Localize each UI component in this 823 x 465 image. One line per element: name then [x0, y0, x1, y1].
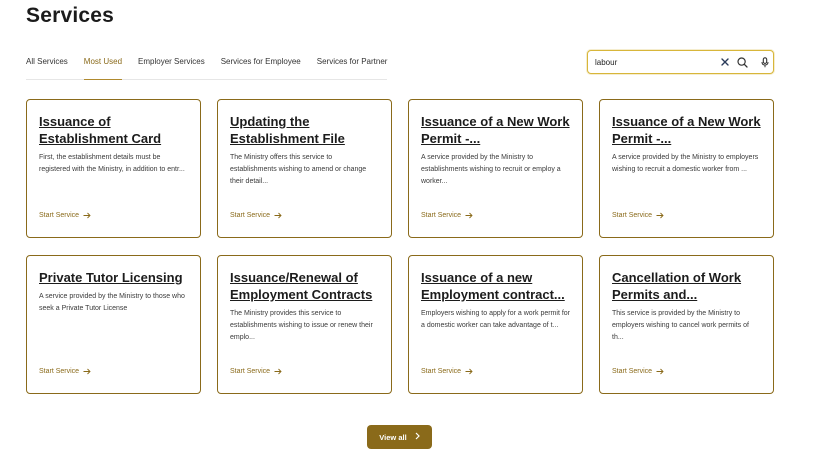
card-description: Employers wishing to apply for a work pe…: [421, 310, 570, 329]
start-service-link[interactable]: Start Service: [39, 368, 91, 375]
start-service-label: Start Service: [39, 368, 80, 375]
search-icon[interactable]: [735, 55, 749, 69]
tab-all-services[interactable]: All Services: [26, 56, 68, 79]
arrow-right-icon: [465, 212, 473, 219]
tab-employer-services[interactable]: Employer Services: [138, 56, 205, 79]
tab-most-used[interactable]: Most Used: [83, 56, 123, 80]
card-title[interactable]: Issuance/Renewal of Employment Contracts: [230, 269, 379, 303]
service-card[interactable]: Issuance/Renewal of Employment Contracts…: [217, 255, 392, 394]
start-service-label: Start Service: [230, 212, 271, 219]
service-card[interactable]: Updating the Establishment File The Mini…: [217, 99, 392, 238]
start-service-label: Start Service: [39, 212, 80, 219]
card-title[interactable]: Issuance of a New Work Permit -...: [612, 113, 761, 147]
start-service-link[interactable]: Start Service: [612, 368, 664, 375]
service-card[interactable]: Cancellation of Work Permits and... This…: [599, 255, 774, 394]
arrow-right-icon: [274, 368, 282, 375]
start-service-link[interactable]: Start Service: [421, 212, 473, 219]
card-title[interactable]: Private Tutor Licensing: [39, 269, 188, 286]
service-card[interactable]: Issuance of Establishment Card First, th…: [26, 99, 201, 238]
card-description: The Ministry provides this service to es…: [230, 310, 373, 341]
start-service-link[interactable]: Start Service: [230, 212, 282, 219]
card-title[interactable]: Issuance of a New Work Permit -...: [421, 113, 570, 147]
service-card[interactable]: Issuance of a New Work Permit -... A ser…: [599, 99, 774, 238]
card-description: A service provided by the Ministry to th…: [39, 293, 185, 312]
services-grid: Issuance of Establishment Card First, th…: [26, 99, 774, 394]
arrow-right-icon: [83, 368, 91, 375]
start-service-link[interactable]: Start Service: [230, 368, 282, 375]
page-title: Services: [26, 4, 115, 27]
card-description: The Ministry offers this service to esta…: [230, 154, 367, 185]
arrow-right-icon: [465, 368, 473, 375]
arrow-right-icon: [274, 212, 282, 219]
view-all-label: View all: [379, 432, 407, 442]
start-service-link[interactable]: Start Service: [421, 368, 473, 375]
service-card[interactable]: Issuance of a New Work Permit -... A ser…: [408, 99, 583, 238]
start-service-label: Start Service: [421, 368, 462, 375]
card-title[interactable]: Cancellation of Work Permits and...: [612, 269, 761, 303]
tab-services-for-employee[interactable]: Services for Employee: [221, 56, 301, 79]
tab-services-for-partner[interactable]: Services for Partner: [317, 56, 388, 79]
view-all-button[interactable]: View all: [367, 425, 432, 449]
close-icon[interactable]: [718, 55, 732, 69]
card-description: A service provided by the Ministry to es…: [421, 154, 561, 185]
start-service-label: Start Service: [612, 212, 653, 219]
arrow-right-icon: [656, 368, 664, 375]
card-description: First, the establishment details must be…: [39, 154, 185, 173]
card-description: This service is provided by the Ministry…: [612, 310, 749, 341]
search-box: [587, 50, 774, 74]
start-service-label: Start Service: [421, 212, 462, 219]
start-service-label: Start Service: [230, 368, 271, 375]
arrow-right-icon: [83, 212, 91, 219]
service-tabs: All Services Most Used Employer Services…: [26, 56, 388, 80]
chevron-right-icon: [415, 432, 420, 442]
arrow-right-icon: [656, 212, 664, 219]
start-service-label: Start Service: [612, 368, 653, 375]
search-input[interactable]: [595, 57, 715, 67]
card-title[interactable]: Issuance of a new Employment contract...: [421, 269, 570, 303]
card-title[interactable]: Issuance of Establishment Card: [39, 113, 188, 147]
card-description: A service provided by the Ministry to em…: [612, 154, 759, 173]
service-card[interactable]: Private Tutor Licensing A service provid…: [26, 255, 201, 394]
start-service-link[interactable]: Start Service: [612, 212, 664, 219]
service-card[interactable]: Issuance of a new Employment contract...…: [408, 255, 583, 394]
start-service-link[interactable]: Start Service: [39, 212, 91, 219]
microphone-icon[interactable]: [758, 55, 772, 69]
card-title[interactable]: Updating the Establishment File: [230, 113, 379, 147]
